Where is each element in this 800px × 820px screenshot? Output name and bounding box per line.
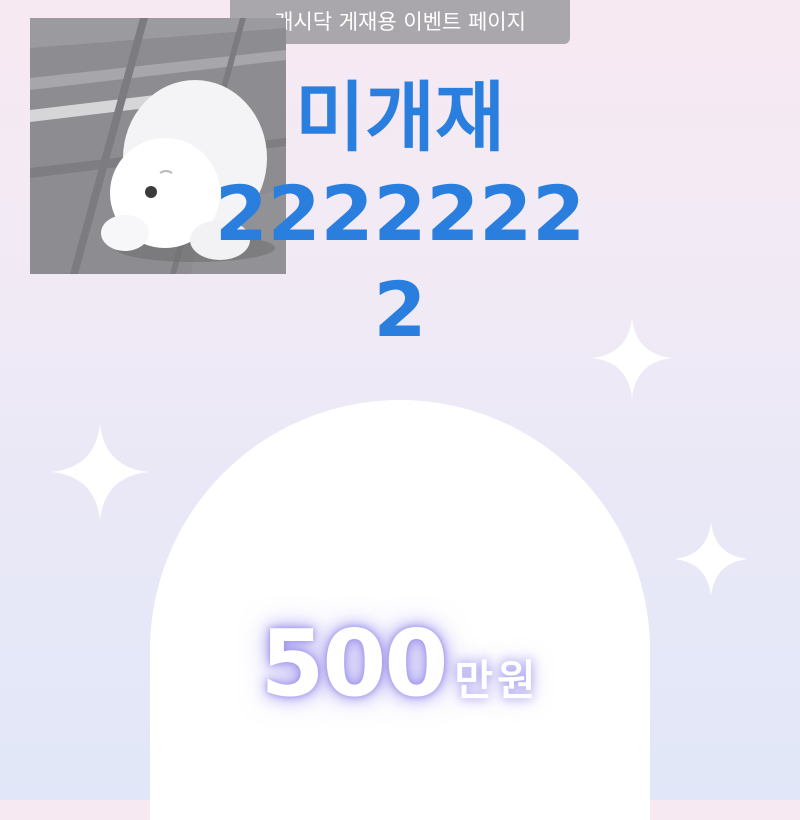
sparkle-icon <box>592 318 672 398</box>
prize-amount-display: 500 만원 <box>150 610 650 717</box>
headline-line-1: 미개재 <box>295 73 505 162</box>
headline-line-3: 2 <box>373 265 427 354</box>
prize-unit: 만원 <box>454 656 540 705</box>
prize-amount: 500 <box>260 610 448 717</box>
sparkle-icon <box>52 424 148 520</box>
event-headline: 미개재 2222222 2 <box>180 70 620 358</box>
sparkle-icon <box>674 522 748 596</box>
headline-line-2: 2222222 <box>214 169 586 258</box>
